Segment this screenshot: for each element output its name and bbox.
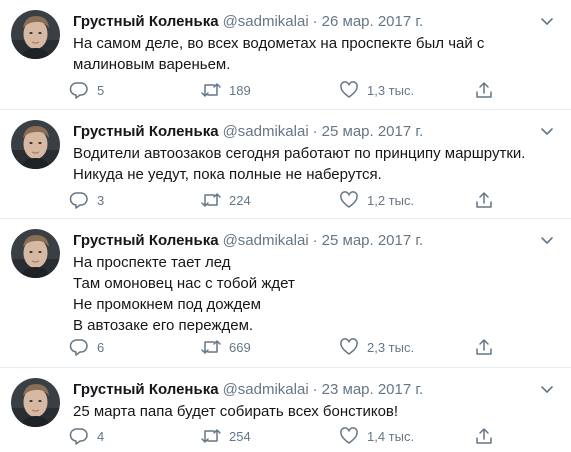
author-name[interactable]: Грустный Коленька xyxy=(73,381,219,398)
author-name[interactable]: Грустный Коленька xyxy=(73,232,219,249)
like-button[interactable]: 2,3 тыс. xyxy=(333,331,414,363)
separator: · xyxy=(312,381,318,398)
tweet-date[interactable]: 25 мар. 2017 г. xyxy=(322,123,424,140)
reply-count: 6 xyxy=(97,339,105,355)
like-button[interactable]: 1,3 тыс. xyxy=(333,74,414,106)
author-handle[interactable]: @sadmikalai xyxy=(223,123,309,140)
reply-count: 5 xyxy=(97,82,105,98)
avatar[interactable] xyxy=(11,378,60,427)
like-button[interactable]: 1,4 тыс. xyxy=(333,420,414,452)
tweet-header: Грустный Коленька @sadmikalai · 26 мар. 201… xyxy=(73,12,423,32)
reply-button[interactable]: 6 xyxy=(63,331,104,363)
tweet-text: 25 марта папа будет собирать всех бонсти… xyxy=(73,403,399,420)
caret-down-icon[interactable] xyxy=(540,124,554,138)
retweet-button[interactable]: 254 xyxy=(195,420,251,452)
avatar[interactable] xyxy=(11,229,60,278)
retweet-count: 254 xyxy=(229,428,251,444)
like-count: 2,3 тыс. xyxy=(367,339,415,355)
retweet-button[interactable]: 669 xyxy=(195,331,251,363)
reply-count: 4 xyxy=(97,428,105,444)
author-handle[interactable]: @sadmikalai xyxy=(223,232,309,249)
tweet[interactable]: Грустный Коленька @sadmikalai · 25 мар. 201… xyxy=(0,219,571,368)
separator: · xyxy=(312,13,318,30)
avatar[interactable] xyxy=(11,120,60,169)
retweet-count: 669 xyxy=(229,339,251,355)
author-handle[interactable]: @sadmikalai xyxy=(223,381,309,398)
reply-icon xyxy=(63,420,95,452)
share-icon xyxy=(468,331,500,363)
retweet-count: 189 xyxy=(229,82,251,98)
tweet-text: Водители автоозаков сегодня работают по … xyxy=(73,145,526,183)
tweet-date[interactable]: 25 мар. 2017 г. xyxy=(322,232,424,249)
retweet-button[interactable]: 224 xyxy=(195,184,251,216)
share-button[interactable] xyxy=(468,184,500,216)
retweet-icon xyxy=(195,184,227,216)
like-count: 1,2 тыс. xyxy=(367,192,415,208)
tweet-feed: Грустный Коленька @sadmikalai · 26 мар. 201… xyxy=(0,0,571,452)
tweet-header: Грустный Коленька @sadmikalai · 25 мар. 201… xyxy=(73,231,423,251)
share-button[interactable] xyxy=(468,74,500,106)
like-icon xyxy=(333,184,365,216)
retweet-icon xyxy=(195,331,227,363)
retweet-button[interactable]: 189 xyxy=(195,74,251,106)
like-icon xyxy=(333,74,365,106)
retweet-icon xyxy=(195,420,227,452)
share-icon xyxy=(468,184,500,216)
author-name[interactable]: Грустный Коленька xyxy=(73,13,219,30)
share-icon xyxy=(468,420,500,452)
caret-down-icon[interactable] xyxy=(540,233,554,247)
reply-icon xyxy=(63,184,95,216)
tweet-text: На самом деле, во всех водометах на прос… xyxy=(73,35,485,73)
author-name[interactable]: Грустный Коленька xyxy=(73,123,219,140)
tweet[interactable]: Грустный Коленька @sadmikalai · 26 мар. 201… xyxy=(0,0,571,110)
avatar[interactable] xyxy=(11,10,60,59)
share-button[interactable] xyxy=(468,420,500,452)
tweet-actions: 6 669 2,3 тыс. xyxy=(63,331,513,363)
caret-down-icon[interactable] xyxy=(540,14,554,28)
tweet[interactable]: Грустный Коленька @sadmikalai · 23 мар. 201… xyxy=(0,368,571,452)
caret-down-icon[interactable] xyxy=(540,382,554,396)
reply-button[interactable]: 5 xyxy=(63,74,104,106)
reply-button[interactable]: 3 xyxy=(63,184,104,216)
tweet-header: Грустный Коленька @sadmikalai · 23 мар. 201… xyxy=(73,380,423,400)
tweet-header: Грустный Коленька @sadmikalai · 25 мар. 201… xyxy=(73,122,423,142)
retweet-icon xyxy=(195,74,227,106)
tweet-actions: 3 224 1,2 тыс. xyxy=(63,184,513,216)
like-count: 1,4 тыс. xyxy=(367,428,415,444)
tweet-actions: 5 189 1,3 тыс. xyxy=(63,74,513,106)
share-button[interactable] xyxy=(468,331,500,363)
tweet-text: На проспекте тает лед Там омоновец нас с… xyxy=(73,254,295,334)
reply-button[interactable]: 4 xyxy=(63,420,104,452)
reply-icon xyxy=(63,74,95,106)
reply-count: 3 xyxy=(97,192,105,208)
tweet[interactable]: Грустный Коленька @sadmikalai · 25 мар. 201… xyxy=(0,110,571,219)
author-handle[interactable]: @sadmikalai xyxy=(223,13,309,30)
separator: · xyxy=(312,123,318,140)
tweet-date[interactable]: 23 мар. 2017 г. xyxy=(322,381,424,398)
like-icon xyxy=(333,420,365,452)
tweet-date[interactable]: 26 мар. 2017 г. xyxy=(322,13,424,30)
like-button[interactable]: 1,2 тыс. xyxy=(333,184,414,216)
tweet-actions: 4 254 1,4 тыс. xyxy=(63,420,513,452)
like-count: 1,3 тыс. xyxy=(367,82,415,98)
retweet-count: 224 xyxy=(229,192,251,208)
separator: · xyxy=(312,232,318,249)
reply-icon xyxy=(63,331,95,363)
share-icon xyxy=(468,74,500,106)
like-icon xyxy=(333,331,365,363)
